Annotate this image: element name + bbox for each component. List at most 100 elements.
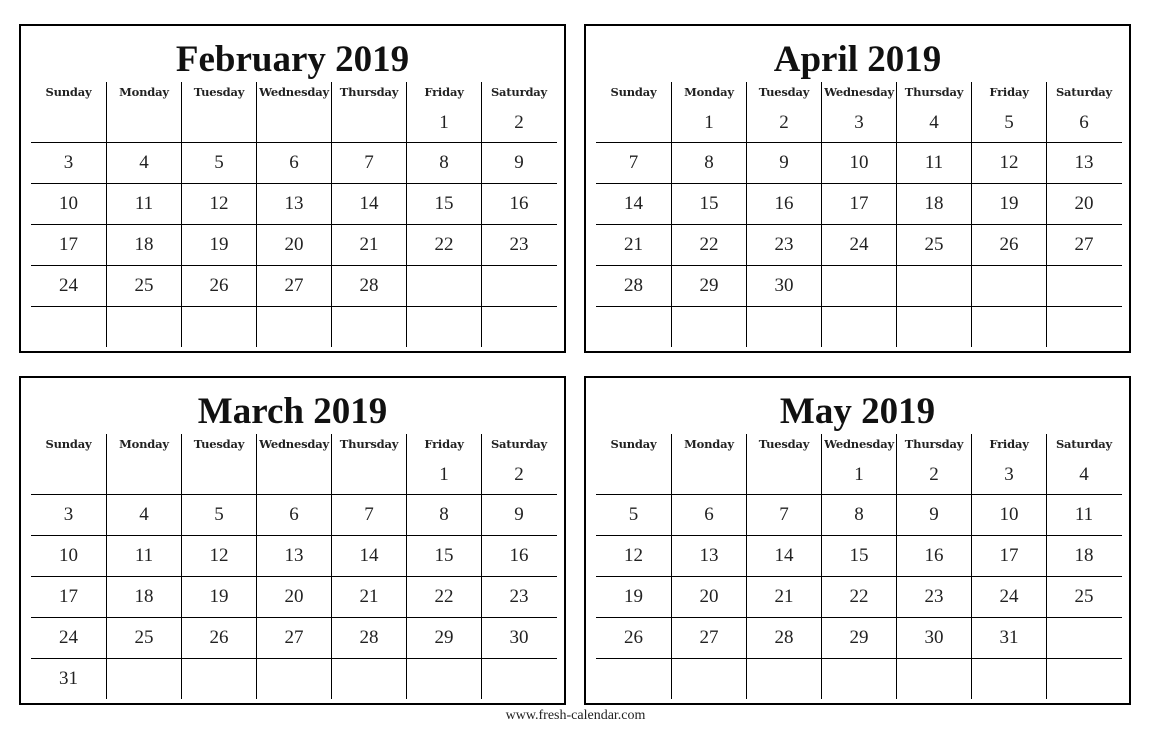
day-cell: Tuesday (181, 434, 256, 494)
day-cell: 21 (331, 577, 406, 617)
day-number: 20 (699, 586, 719, 607)
day-number: 22 (434, 586, 454, 607)
weekday-label: Monday (119, 437, 169, 451)
week-row: 17 18 19 20 21 22 23 (31, 576, 557, 617)
day-number: 5 (1004, 112, 1014, 133)
weekday-label: Wednesday (259, 437, 329, 451)
day-cell: 25 (896, 225, 971, 265)
day-cell: 16 (481, 536, 556, 576)
day-number: 18 (134, 586, 154, 607)
day-cell: 7 (331, 143, 406, 183)
day-cell: 13 (671, 536, 746, 576)
day-number: 24 (849, 234, 869, 255)
week-row: 7 8 9 10 11 12 13 (596, 142, 1122, 183)
day-cell: 10 (971, 495, 1046, 535)
day-number: 9 (779, 152, 789, 173)
day-number: 22 (849, 586, 869, 607)
day-number: 25 (134, 275, 154, 296)
day-number: 21 (359, 586, 379, 607)
day-cell: 20 (256, 577, 331, 617)
week-row: 10 11 12 13 14 15 16 (31, 183, 557, 224)
day-cell: 8 (671, 143, 746, 183)
day-cell: 18 (896, 184, 971, 224)
day-number: 6 (704, 504, 714, 525)
day-cell: 19 (971, 184, 1046, 224)
day-number: 30 (774, 275, 794, 296)
day-cell: 11 (1046, 495, 1121, 535)
day-number: 20 (284, 234, 304, 255)
day-number: 27 (1074, 234, 1094, 255)
day-number: 26 (624, 627, 643, 648)
day-cell: 21 (596, 225, 671, 265)
day-number: 20 (1074, 193, 1094, 214)
day-cell: Monday (106, 434, 181, 494)
week-row: 28 29 30 (596, 265, 1122, 306)
day-number: 17 (59, 586, 78, 607)
day-number: 13 (284, 193, 304, 214)
day-number: 19 (624, 586, 643, 607)
weekday-label: Wednesday (824, 85, 894, 99)
weekday-label: Sunday (45, 437, 92, 451)
day-number: 15 (699, 193, 719, 214)
day-cell: 27 (671, 618, 746, 658)
day-cell (821, 266, 896, 306)
day-cell: Monday 1 (671, 82, 746, 142)
day-cell (971, 659, 1046, 699)
day-number: 29 (849, 627, 869, 648)
day-cell: Wednesday (256, 434, 331, 494)
day-cell: 4 (106, 143, 181, 183)
day-cell: 6 (256, 495, 331, 535)
day-number: 28 (774, 627, 794, 648)
day-cell: Saturday 2 (481, 434, 556, 494)
day-cell: 17 (31, 577, 106, 617)
day-cell: 26 (181, 618, 256, 658)
day-cell: 24 (31, 618, 106, 658)
day-cell (481, 307, 556, 347)
day-number: 7 (779, 504, 789, 525)
day-cell: 12 (181, 184, 256, 224)
day-cell: 8 (406, 495, 481, 535)
weekday-header-row: Sunday Monday Tuesday Wednesday 1 Thursday 2 Fr… (596, 434, 1122, 494)
website-footer[interactable]: www.fresh-calendar.com (0, 708, 1151, 724)
weekday-label: Tuesday (193, 437, 245, 451)
day-cell: 27 (1046, 225, 1121, 265)
day-cell: 23 (896, 577, 971, 617)
weekday-label: Friday (989, 85, 1029, 99)
day-number: 4 (1079, 464, 1089, 485)
day-cell: 20 (671, 577, 746, 617)
day-number: 23 (924, 586, 944, 607)
day-cell: 27 (256, 266, 331, 306)
day-cell: 9 (481, 143, 556, 183)
day-cell: 8 (406, 143, 481, 183)
day-number: 6 (289, 152, 299, 173)
day-number: 19 (209, 586, 229, 607)
day-cell: 15 (406, 184, 481, 224)
day-number: 22 (699, 234, 719, 255)
day-number: 4 (139, 504, 149, 525)
month-title: May 2019 (779, 391, 936, 432)
day-cell: 20 (256, 225, 331, 265)
day-cell: 30 (746, 266, 821, 306)
day-cell: 28 (746, 618, 821, 658)
week-row: 24 25 26 27 28 (31, 265, 557, 306)
day-number: 27 (284, 275, 304, 296)
weekday-label: Sunday (610, 437, 657, 451)
day-cell (671, 307, 746, 347)
day-cell: 9 (746, 143, 821, 183)
day-number: 16 (509, 545, 529, 566)
day-number: 24 (59, 275, 78, 296)
day-number: 12 (209, 193, 229, 214)
day-number: 6 (1079, 112, 1089, 133)
day-number: 2 (514, 112, 524, 133)
day-cell (256, 307, 331, 347)
day-number: 7 (364, 152, 374, 173)
week-row (31, 306, 557, 347)
day-cell: 21 (331, 225, 406, 265)
day-cell: 9 (481, 495, 556, 535)
day-cell (406, 307, 481, 347)
day-number: 12 (999, 152, 1019, 173)
day-number: 18 (1074, 545, 1094, 566)
day-cell: 16 (896, 536, 971, 576)
weekday-label: Tuesday (758, 437, 810, 451)
day-cell: Friday 1 (406, 434, 481, 494)
